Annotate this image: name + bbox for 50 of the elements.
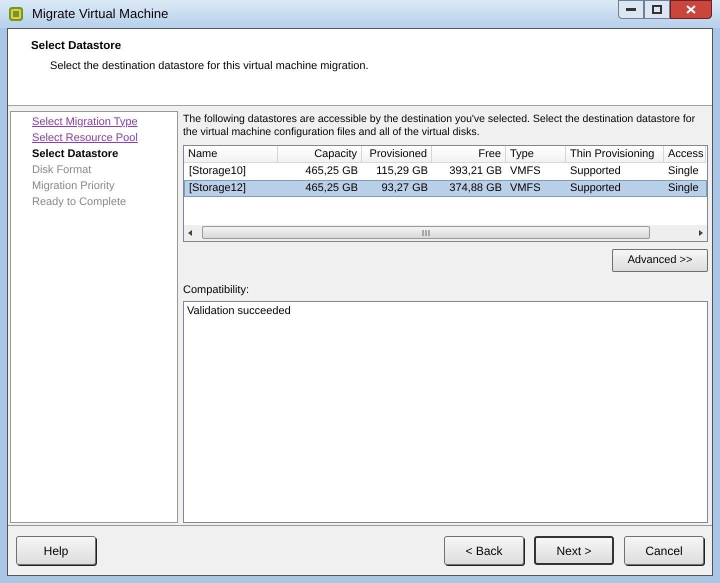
window-title: Migrate Virtual Machine (32, 5, 170, 23)
cancel-button[interactable]: Cancel (624, 536, 704, 565)
page-title: Select Datastore (31, 38, 122, 54)
table-cell-text: 393,21 GB (448, 164, 503, 178)
column-header[interactable]: Type (506, 146, 566, 162)
minimize-icon (626, 8, 636, 12)
table-cell-text: 374,88 GB (448, 180, 503, 196)
maximize-button[interactable] (644, 0, 670, 19)
next-button[interactable]: Next > (534, 536, 614, 565)
column-header[interactable]: Name (184, 146, 278, 162)
compatibility-label: Compatibility: (183, 282, 250, 298)
page-subtitle: Select the destination datastore for this virtual machine migration. (50, 58, 370, 74)
intro-text: The following datastores are accessible by the destination you've selected. Select the destination datastore for the virtual machine configuration files and all of the virtual disks. (183, 112, 696, 138)
step-item: Select Datastore (32, 146, 120, 162)
scrollbar-thumb[interactable] (202, 226, 650, 239)
validation-message: Validation succeeded (187, 305, 291, 317)
table-cell-text: 465,25 GB (304, 180, 359, 196)
table-cell-text: Supported (569, 164, 622, 178)
table-cell-text: Single (667, 164, 700, 178)
table-cell-text: Supported (569, 180, 622, 196)
grip-icon (422, 230, 430, 236)
column-header[interactable]: Access (664, 146, 706, 162)
advanced-button[interactable]: Advanced >> (612, 248, 708, 272)
minimize-button[interactable] (618, 0, 644, 19)
app-icon (8, 6, 24, 22)
column-header[interactable]: Provisioned (362, 146, 432, 162)
step-item: Disk Format (32, 162, 92, 178)
column-header[interactable]: Thin Provisioning (566, 146, 664, 162)
help-button[interactable]: Help (16, 536, 96, 565)
table-cell-text: VMFS (509, 164, 542, 178)
column-header[interactable]: Free (432, 146, 506, 162)
step-item: Migration Priority (32, 178, 116, 194)
table-row[interactable]: [Storage12] 465,25 GB 93,27 GB 374,88 GB VMFS Supported Single (184, 180, 707, 196)
table-cell-text: 93,27 GB (380, 180, 429, 196)
table-cell-text: [Storage10] (188, 164, 247, 178)
close-icon (686, 5, 696, 14)
table-cell-text: VMFS (509, 180, 542, 196)
close-button[interactable] (670, 0, 712, 19)
table-row[interactable]: [Storage10] 465,25 GB 115,29 GB 393,21 GB VMFS Supported Single (184, 162, 707, 180)
maximize-icon (652, 5, 662, 14)
horizontal-scrollbar[interactable] (184, 224, 707, 240)
table-cell-text: Single (667, 180, 700, 196)
step-item[interactable]: Select Resource Pool (32, 130, 177, 146)
column-header[interactable]: Capacity (278, 146, 362, 162)
step-item[interactable]: Select Migration Type (32, 114, 177, 130)
back-button[interactable]: < Back (444, 536, 524, 565)
table-cell-text: 115,29 GB (375, 164, 429, 178)
table-cell-text: [Storage12] (188, 180, 247, 196)
table-cell-text: 465,25 GB (304, 164, 359, 178)
step-item: Ready to Complete (32, 194, 128, 210)
